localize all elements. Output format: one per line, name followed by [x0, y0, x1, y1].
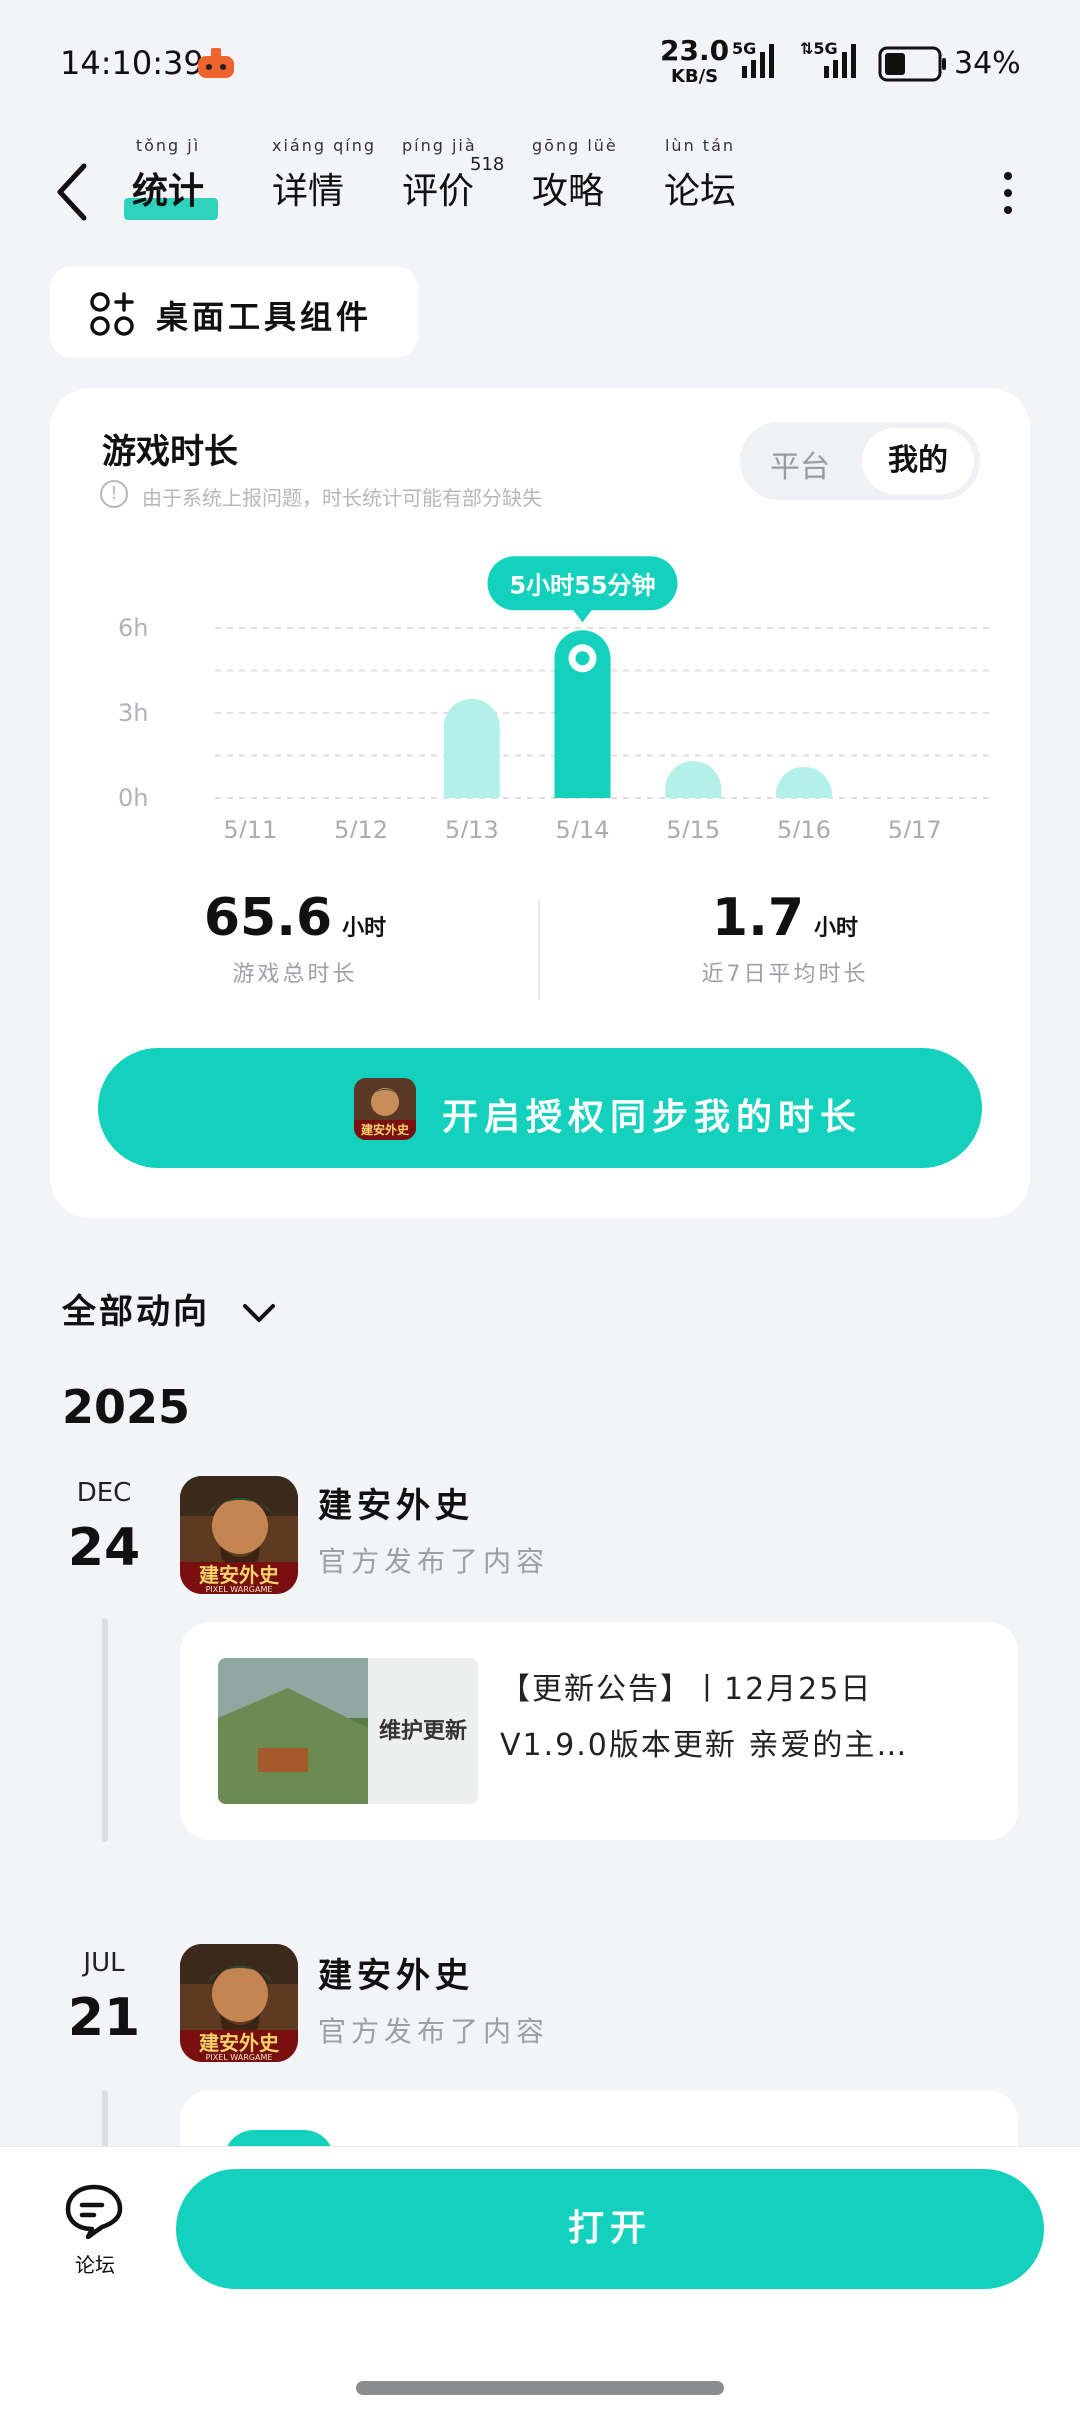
sync-playtime-button[interactable]: 建安外史 开启授权同步我的时长: [98, 1048, 982, 1168]
chart-bar[interactable]: [665, 761, 722, 798]
chart-x-tick: 5/17: [888, 816, 942, 838]
tab-details[interactable]: xiáng qíng 详情: [272, 136, 374, 214]
post-title: 【更新公告】丨12月25日: [500, 1672, 873, 1707]
svg-text:PIXEL WARGAME: PIXEL WARGAME: [206, 2053, 273, 2062]
post-thumbnail: 维护更新: [218, 1658, 478, 1804]
platform-mine-toggle: 平台 我的: [740, 422, 980, 500]
game-icon-2[interactable]: 建安外史 PIXEL WARGAME: [180, 1944, 298, 2062]
chevron-down-icon: [242, 1303, 275, 1322]
stats-title: 游戏时长: [102, 432, 238, 472]
tab-guides-label: 攻略: [532, 171, 605, 212]
entry-month-2: JUL: [83, 1948, 125, 1978]
battery-icon: [878, 46, 946, 82]
chart-tooltip-pointer: [572, 609, 593, 623]
tab-forum-pinyin: lùn tán: [664, 136, 736, 155]
tab-guides[interactable]: gōng lüè 攻略: [532, 136, 616, 214]
entry-day-2: 21: [67, 1988, 141, 2048]
post-card-2[interactable]: [180, 2090, 1018, 2160]
chart-y-tick: 3h: [118, 699, 148, 727]
total-playtime-value: 65.6: [203, 888, 333, 948]
entry-game-name[interactable]: 建安外史: [318, 1478, 474, 1527]
tab-forum[interactable]: lùn tán 论坛: [664, 136, 737, 214]
svg-text:建安外史: 建安外史: [199, 2031, 280, 2055]
chart-bar-marker-dot: [575, 651, 590, 666]
widget-label: 桌面工具组件: [156, 298, 373, 336]
feed-year: 2025: [62, 1380, 191, 1434]
chart-x-tick: 5/13: [445, 816, 499, 838]
stats-note: 由于系统上报问题，时长统计可能有部分缺失: [142, 486, 542, 510]
sync-button-label: 开启授权同步我的时长: [442, 1097, 863, 1138]
svg-text:建安外史: 建安外史: [360, 1122, 410, 1137]
bottom-action-bar: 论坛 打开: [0, 2146, 1080, 2414]
review-count-badge: 518: [470, 154, 505, 175]
svg-text:PIXEL WARGAME: PIXEL WARGAME: [206, 1585, 273, 1594]
chart-x-tick: 5/14: [556, 816, 610, 838]
tab-stats-pinyin: tǒng jì: [135, 136, 201, 155]
chart-bar[interactable]: [775, 766, 832, 798]
status-time: 14:10:39: [60, 44, 204, 82]
tab-stats[interactable]: tǒng jì 统计: [132, 136, 205, 214]
entry-subtitle-2: 官方发布了内容: [318, 2015, 550, 2048]
toggle-platform[interactable]: 平台: [770, 442, 830, 486]
tab-stats-label: 统计: [132, 171, 205, 212]
network-speed: 23.0 KB/S: [660, 34, 730, 88]
open-game-button[interactable]: 打开: [176, 2169, 1044, 2289]
game-icon[interactable]: 建安外史 PIXEL WARGAME: [180, 1476, 298, 1594]
chart-tooltip-text: 5小时55分钟: [509, 571, 655, 599]
info-icon: !: [100, 480, 128, 508]
chart-y-tick: 6h: [118, 614, 148, 642]
tab-reviews-pinyin: píng jià: [402, 136, 477, 155]
signal-5g-icon-2: ⇅5G: [800, 38, 864, 86]
playtime-bar-chart: 0h 3h 6h 5/11 5/12 5/13 5/14 5/15 5/16 5/17 5小时55…: [118, 556, 990, 838]
post-card[interactable]: 维护更新 【更新公告】丨12月25日 V1.9.0版本更新 亲爱的主…: [180, 1622, 1018, 1840]
chart-x-tick: 5/16: [777, 816, 831, 838]
desktop-widget-button[interactable]: 桌面工具组件: [50, 266, 418, 358]
tab-forum-label: 论坛: [664, 171, 737, 212]
avg-playtime: 1.7 小时 近7日平均时长: [540, 888, 1030, 988]
chart-x-tick: 5/15: [666, 816, 720, 838]
chart-x-tick: 5/12: [334, 816, 388, 838]
playtime-stats-card: 游戏时长 ! 由于系统上报问题，时长统计可能有部分缺失 平台 我的 0h 3h 6h…: [50, 388, 1030, 1218]
battery-percent: 34%: [954, 46, 1021, 81]
entry-game-name-2[interactable]: 建安外史: [318, 1948, 474, 1997]
tab-details-label: 详情: [272, 171, 345, 212]
avg-playtime-unit: 小时: [814, 916, 859, 941]
toggle-mine[interactable]: 我的: [862, 428, 974, 494]
game-icon-small: 建安外史: [354, 1078, 416, 1140]
svg-text:建安外史: 建安外史: [199, 1563, 280, 1587]
forum-chat-icon: [65, 2184, 123, 2240]
home-indicator[interactable]: [356, 2381, 724, 2395]
avg-playtime-label: 近7日平均时长: [701, 962, 869, 987]
chart-y-tick: 0h: [118, 784, 148, 812]
forum-shortcut-label: 论坛: [75, 2253, 115, 2277]
signal-5g-icon: 5G: [732, 38, 780, 86]
feed-filter-dropdown[interactable]: 全部动向: [62, 1284, 279, 1333]
tab-guides-pinyin: gōng lüè: [532, 136, 618, 155]
chart-bar[interactable]: [443, 698, 500, 798]
thumbnail-text: 维护更新: [379, 1718, 467, 1744]
tab-details-pinyin: xiáng qíng: [272, 136, 376, 155]
entry-month: DEC: [76, 1478, 132, 1508]
svg-text:⇅5G: ⇅5G: [800, 39, 838, 58]
post-excerpt: V1.9.0版本更新 亲爱的主…: [500, 1728, 909, 1763]
timeline-line: [102, 1618, 108, 1842]
total-playtime: 65.6 小时 游戏总时长: [50, 888, 540, 988]
widget-grid-icon: [90, 292, 134, 336]
more-options-icon[interactable]: [996, 170, 1020, 216]
entry-day: 24: [67, 1518, 141, 1578]
svg-text:5G: 5G: [732, 39, 756, 58]
notification-app-icon: [198, 48, 234, 78]
total-playtime-unit: 小时: [342, 916, 387, 941]
chart-x-tick: 5/11: [223, 816, 277, 838]
avg-playtime-value: 1.7: [711, 888, 805, 948]
feed-filter-label: 全部动向: [62, 1292, 210, 1332]
entry-subtitle: 官方发布了内容: [318, 1545, 550, 1578]
tab-reviews[interactable]: píng jià 评价: [402, 136, 475, 214]
forum-shortcut[interactable]: 论坛: [60, 2183, 130, 2278]
timeline-line-2: [102, 2090, 108, 2150]
back-arrow-icon[interactable]: [52, 160, 92, 224]
total-playtime-label: 游戏总时长: [232, 962, 358, 987]
tab-reviews-label: 评价: [402, 171, 475, 212]
